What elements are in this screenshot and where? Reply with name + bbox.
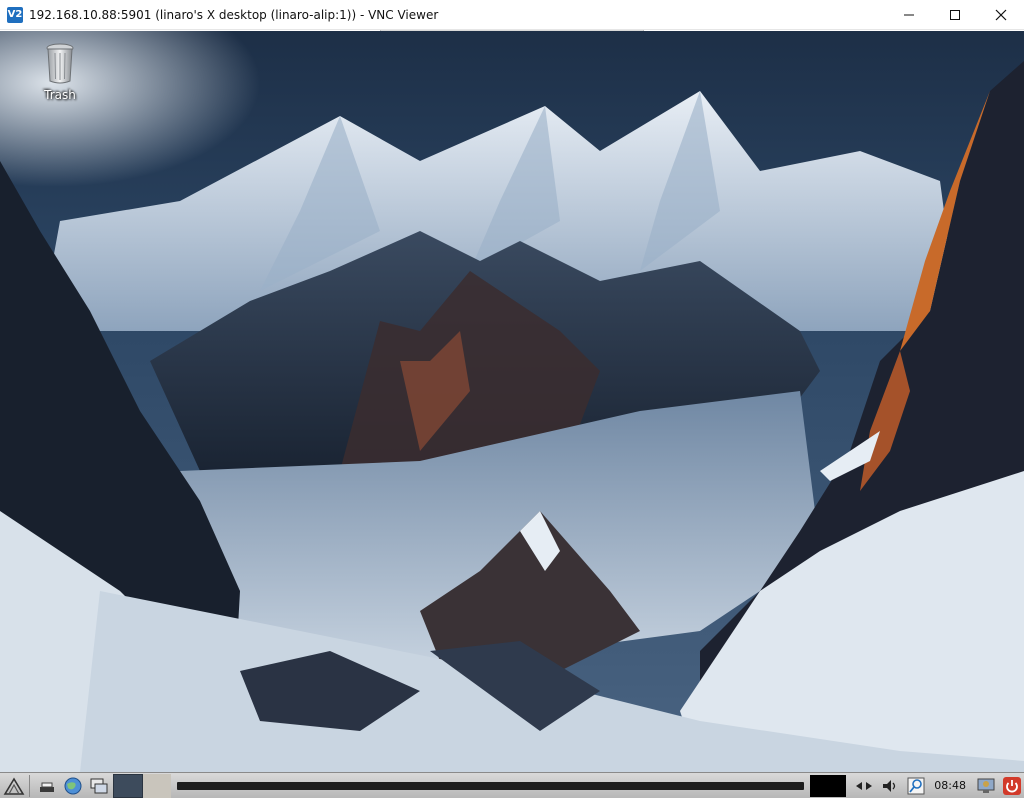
vnc-viewer-app-icon: V2 bbox=[7, 6, 23, 23]
remote-desktop[interactable]: Trash bbox=[0, 31, 1024, 772]
menu-logo-icon bbox=[3, 776, 25, 795]
trash-icon bbox=[46, 43, 74, 84]
close-icon bbox=[995, 9, 1007, 21]
volume-control[interactable] bbox=[878, 775, 902, 797]
user-monitor-icon bbox=[977, 778, 995, 793]
window-title: 192.168.10.88:5901 (linaro's X desktop (… bbox=[29, 7, 439, 22]
maximize-icon bbox=[950, 10, 960, 20]
power-icon bbox=[1003, 776, 1021, 795]
search-icon bbox=[907, 777, 925, 794]
window-titlebar[interactable]: V2 192.168.10.88:5901 (linaro's X deskto… bbox=[0, 0, 1024, 30]
minimize-button[interactable] bbox=[886, 0, 932, 30]
window-controls bbox=[886, 0, 1024, 30]
tray-applet[interactable] bbox=[810, 774, 847, 797]
taskbar-clock[interactable]: 08:48 bbox=[934, 779, 966, 792]
web-browser-icon bbox=[64, 777, 82, 794]
network-status[interactable] bbox=[852, 775, 876, 797]
window-list-button[interactable] bbox=[87, 775, 111, 797]
start-menu-button[interactable] bbox=[2, 775, 26, 797]
taskbar-task-button-2[interactable] bbox=[143, 773, 171, 798]
power-button[interactable] bbox=[1000, 775, 1024, 797]
show-desktop-button[interactable] bbox=[35, 775, 59, 797]
desktop-icon-label: Trash bbox=[44, 88, 76, 102]
minimize-icon bbox=[904, 14, 914, 16]
maximize-button[interactable] bbox=[932, 0, 978, 30]
show-desktop-icon bbox=[40, 782, 54, 792]
network-icon bbox=[856, 781, 873, 790]
window-list-icon bbox=[90, 778, 108, 793]
user-session-button[interactable] bbox=[974, 775, 998, 797]
taskbar: 08:48 bbox=[0, 772, 1024, 798]
search-button[interactable] bbox=[904, 775, 928, 797]
taskbar-task-button[interactable] bbox=[113, 773, 143, 798]
close-button[interactable] bbox=[978, 0, 1024, 30]
taskbar-divider bbox=[29, 774, 30, 797]
web-browser-launcher[interactable] bbox=[61, 775, 85, 797]
desktop-icon-trash[interactable]: Trash bbox=[34, 43, 86, 102]
mountain-wallpaper bbox=[0, 31, 1024, 772]
volume-icon bbox=[883, 779, 896, 792]
taskbar-task-area[interactable] bbox=[177, 781, 805, 790]
